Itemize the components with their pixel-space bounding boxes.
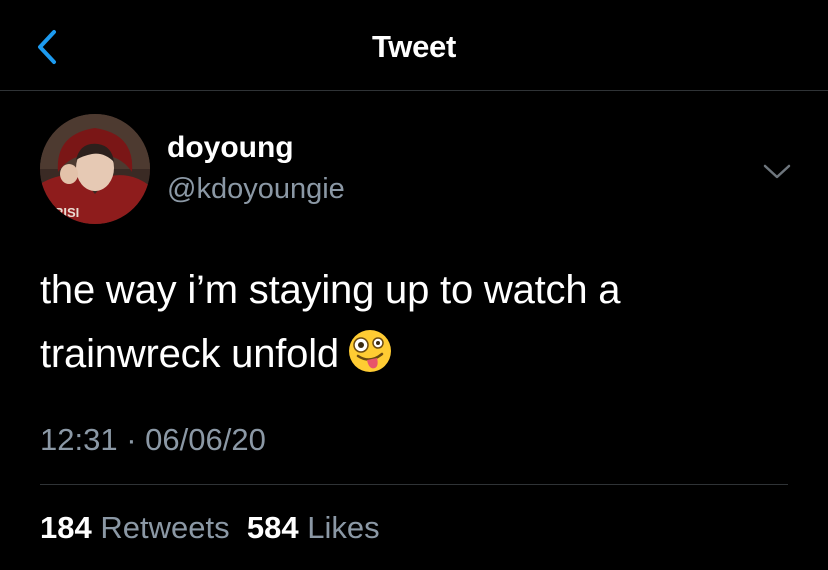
svg-text:RISI: RISI xyxy=(54,205,79,220)
timestamp-separator: · xyxy=(126,422,137,457)
tweet-time: 12:31 xyxy=(40,422,118,457)
author-handle: @kdoyoungie xyxy=(167,173,345,205)
stats-divider xyxy=(40,484,788,485)
avatar[interactable]: RISI xyxy=(40,114,150,224)
tweet-stats: 184 Retweets 584 Likes xyxy=(40,510,380,546)
likes-label: Likes xyxy=(307,510,380,545)
retweets-label: Retweets xyxy=(100,510,230,545)
likes-count: 584 xyxy=(246,510,299,545)
tweet-date: 06/06/20 xyxy=(145,422,266,457)
chevron-down-icon[interactable] xyxy=(760,160,794,182)
tweet-text: the way i’m staying up to watch a trainw… xyxy=(40,258,800,386)
tweet-text-body: the way i’m staying up to watch a trainw… xyxy=(40,268,621,376)
zany-face-emoji-icon xyxy=(348,330,391,373)
header-divider xyxy=(0,90,828,91)
retweets-stat[interactable]: 184 Retweets xyxy=(40,510,230,545)
author-display-name[interactable]: doyoung xyxy=(167,131,294,165)
retweets-count: 184 xyxy=(40,510,92,545)
tweet-timestamp: 12:31 · 06/06/20 xyxy=(40,422,266,458)
top-bar: Tweet xyxy=(0,0,828,90)
likes-stat[interactable]: 584 Likes xyxy=(238,510,380,545)
page-title: Tweet xyxy=(371,29,457,64)
